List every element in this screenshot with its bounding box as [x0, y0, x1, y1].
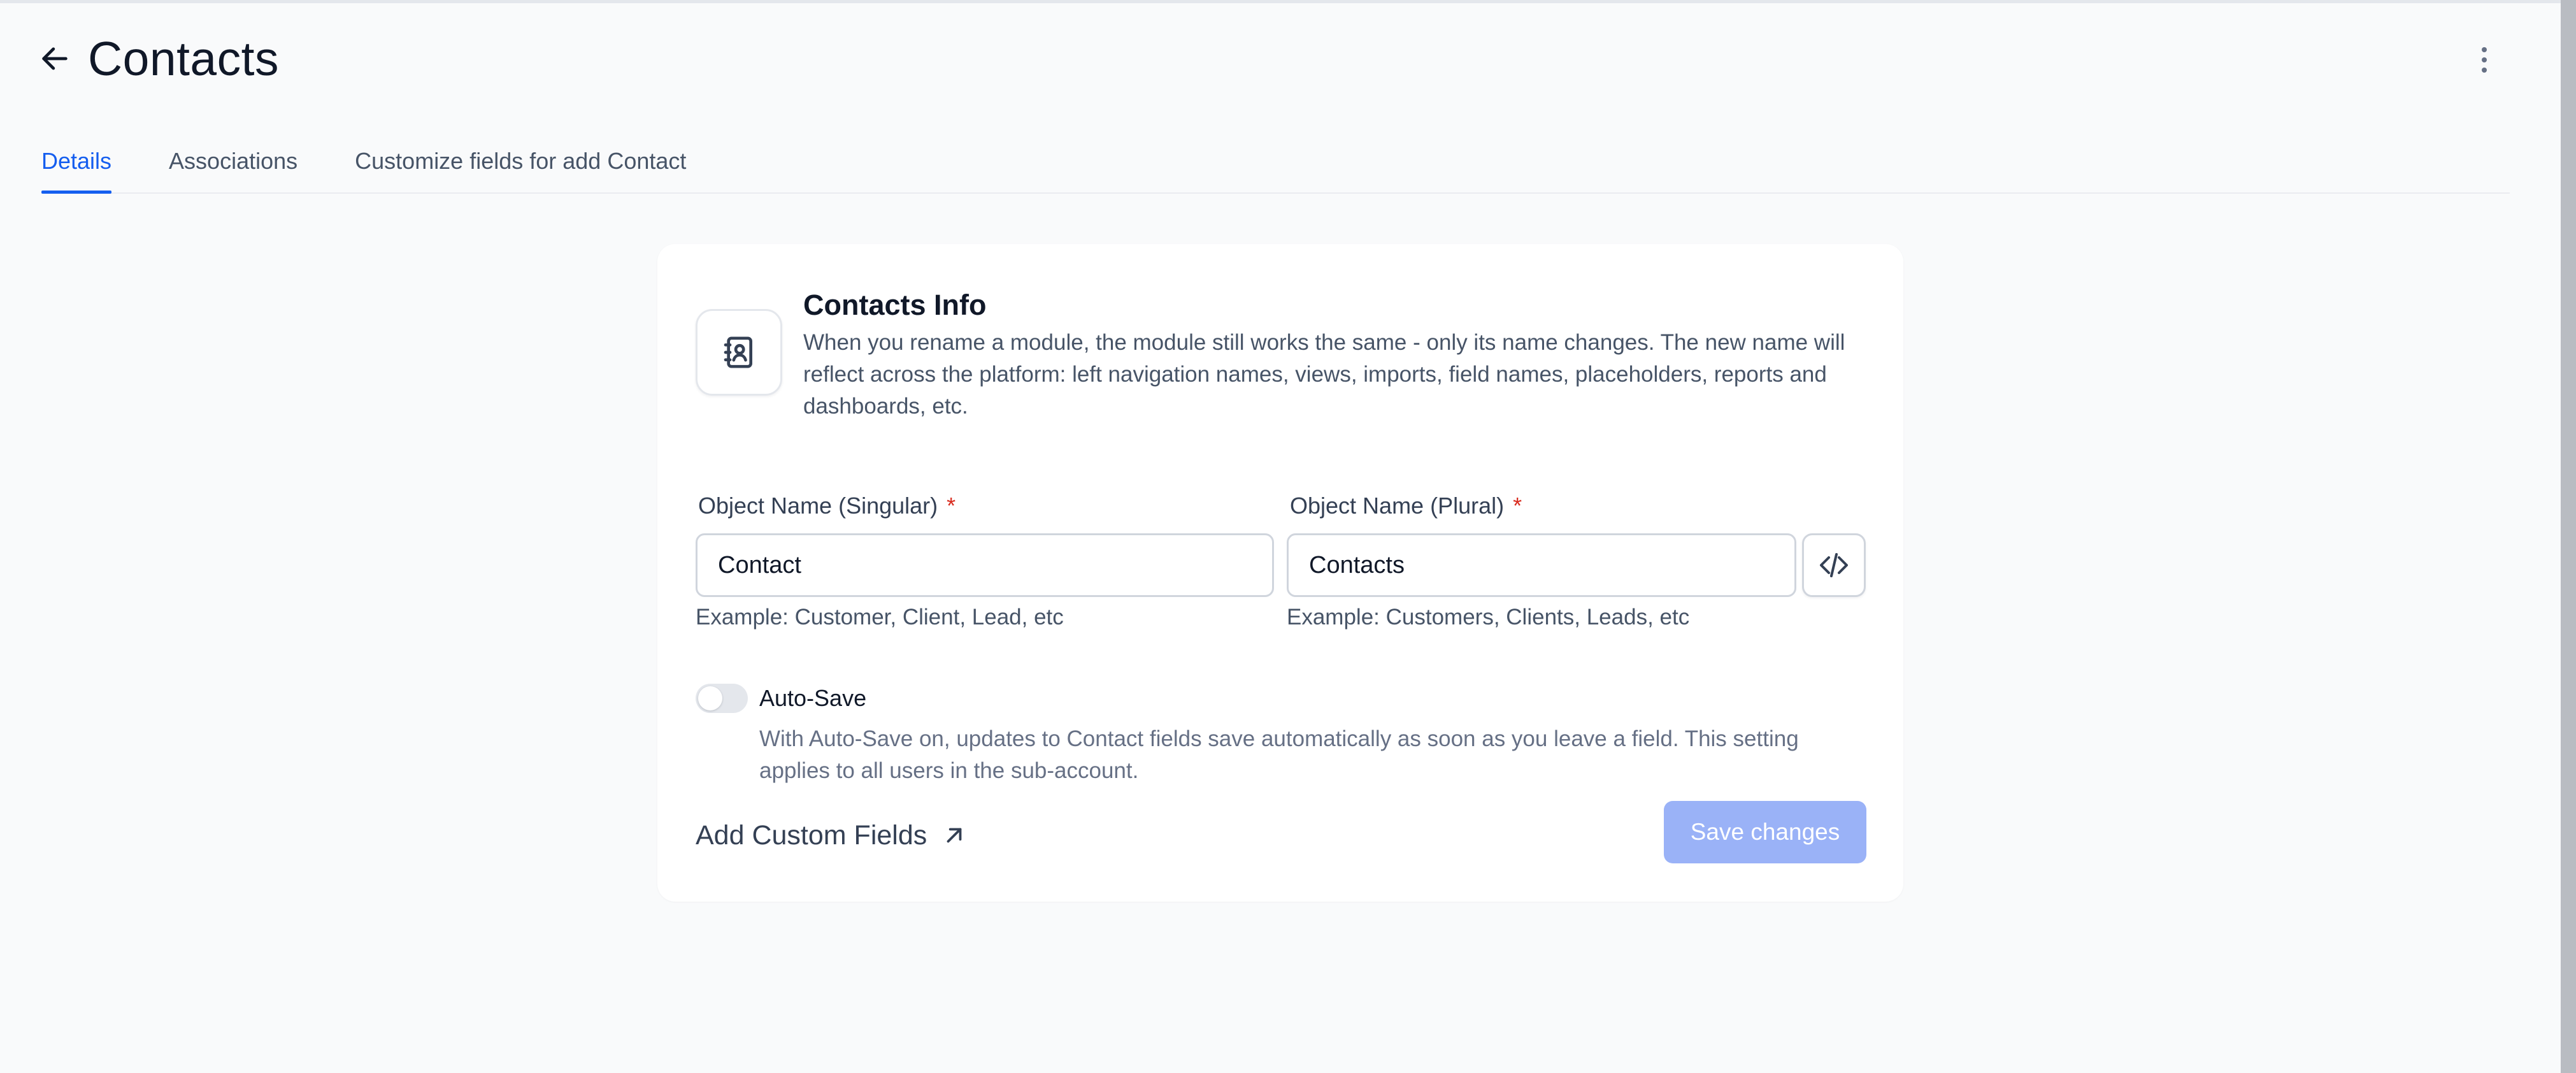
- contacts-info-card: Contacts Info When you rename a module, …: [657, 244, 1903, 902]
- singular-name-hint: Example: Customer, Client, Lead, etc: [696, 605, 1064, 630]
- tab-associations[interactable]: Associations: [169, 134, 297, 192]
- plural-name-label-text: Object Name (Plural): [1290, 493, 1505, 519]
- more-options-button[interactable]: [2472, 41, 2497, 79]
- tab-customize-fields[interactable]: Customize fields for add Contact: [355, 134, 686, 192]
- toggle-knob: [698, 686, 722, 710]
- top-border: [0, 0, 2576, 3]
- autosave-description: With Auto-Save on, updates to Contact fi…: [759, 726, 1799, 783]
- singular-name-label-text: Object Name (Singular): [698, 493, 938, 519]
- code-icon: [1820, 553, 1848, 577]
- required-mark: *: [1513, 493, 1522, 519]
- add-custom-fields-label: Add Custom Fields: [696, 819, 927, 851]
- singular-name-label: Object Name (Singular) *: [698, 493, 955, 519]
- page-title: Contacts: [88, 32, 279, 85]
- plural-name-label: Object Name (Plural) *: [1290, 493, 1522, 519]
- plural-name-input[interactable]: [1287, 533, 1796, 597]
- add-custom-fields-link[interactable]: Add Custom Fields: [696, 816, 966, 854]
- page-header: Contacts: [38, 31, 2510, 87]
- arrow-left-icon: [42, 47, 68, 70]
- info-description: When you rename a module, the module sti…: [803, 330, 1845, 419]
- tab-details[interactable]: Details: [41, 134, 112, 194]
- code-button[interactable]: [1802, 533, 1866, 597]
- scrollbar[interactable]: [2561, 0, 2576, 1073]
- kebab-vertical-icon: [2482, 47, 2487, 73]
- info-icon-box: [696, 309, 782, 396]
- save-changes-button[interactable]: Save changes: [1664, 801, 1866, 863]
- tab-bar: Details Associations Customize fields fo…: [41, 134, 2510, 194]
- required-mark: *: [947, 493, 956, 519]
- back-button[interactable]: [38, 36, 84, 82]
- plural-name-hint: Example: Customers, Clients, Leads, etc: [1287, 605, 1690, 630]
- contact-book-icon: [724, 336, 752, 368]
- singular-name-input[interactable]: [696, 533, 1274, 597]
- info-title: Contacts Info: [803, 289, 987, 321]
- arrow-up-right-icon: [942, 823, 966, 847]
- autosave-toggle[interactable]: [696, 684, 748, 713]
- autosave-label: Auto-Save: [759, 685, 867, 711]
